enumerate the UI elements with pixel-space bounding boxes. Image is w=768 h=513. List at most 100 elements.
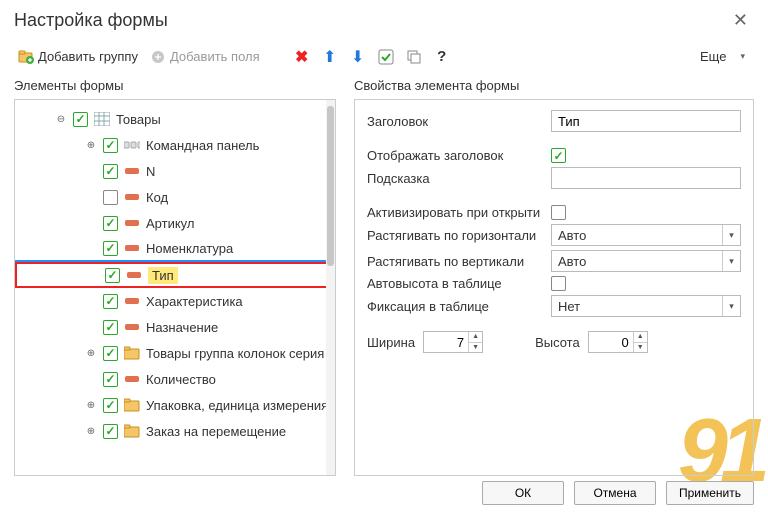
tree-row[interactable]: N: [15, 158, 335, 184]
prop-autoheight-checkbox[interactable]: [551, 276, 566, 291]
properties-panel: Заголовок Отображать заголовок Подсказка…: [354, 99, 754, 476]
tree-item-icon: [94, 111, 110, 127]
prop-height-input[interactable]: [589, 332, 633, 352]
tree-item-label: Характеристика: [146, 294, 243, 309]
tree-expander-icon[interactable]: ⊕: [85, 426, 97, 437]
delete-x-icon: ✖: [294, 49, 310, 65]
tree-item-icon: [124, 137, 140, 153]
tree-row[interactable]: ⊕ Упаковка, единица измерения: [15, 392, 335, 418]
prop-activate-label: Активизировать при открыти: [367, 205, 545, 220]
tree-checkbox[interactable]: [103, 190, 118, 205]
check-box-icon: [378, 49, 394, 65]
tree-item-label: Заказ на перемещение: [146, 424, 286, 439]
tree-item-icon: [124, 345, 140, 361]
tree-item-icon: [126, 267, 142, 283]
tree-checkbox[interactable]: [103, 320, 118, 335]
move-up-button[interactable]: ⬆: [318, 47, 342, 67]
prop-width-input[interactable]: [424, 332, 468, 352]
tree-row[interactable]: Тип: [15, 262, 335, 288]
tree-expander-icon[interactable]: ⊕: [85, 140, 97, 151]
chevron-down-icon: ▾: [722, 225, 740, 245]
tree-scrollbar[interactable]: [326, 100, 335, 475]
tree-checkbox[interactable]: [73, 112, 88, 127]
move-down-button[interactable]: ⬇: [346, 47, 370, 67]
arrow-down-icon: ⬇: [350, 49, 366, 65]
tree-row[interactable]: Назначение: [15, 314, 335, 340]
spin-up-icon[interactable]: ▲: [469, 332, 482, 343]
tree-item-icon: [124, 215, 140, 231]
tree-item-label: Товары: [116, 112, 161, 127]
close-icon[interactable]: ✕: [727, 8, 754, 33]
prop-height-spinner[interactable]: ▲▼: [588, 331, 648, 353]
prop-height-label: Высота: [535, 335, 580, 350]
spin-down-icon[interactable]: ▼: [469, 343, 482, 353]
prop-stretch-v-label: Растягивать по вертикали: [367, 254, 545, 269]
tree-row[interactable]: Артикул: [15, 210, 335, 236]
tree-item-icon: [124, 163, 140, 179]
prop-tooltip-input[interactable]: [551, 167, 741, 189]
prop-activate-checkbox[interactable]: [551, 205, 566, 220]
tree-item-icon: [124, 293, 140, 309]
tree-item-label: Тип: [148, 267, 178, 284]
cancel-button[interactable]: Отмена: [574, 481, 656, 505]
tree-checkbox[interactable]: [103, 398, 118, 413]
tree-row[interactable]: ⊕Командная панель: [15, 132, 335, 158]
delete-button[interactable]: ✖: [290, 47, 314, 67]
tree-item-label: Количество: [146, 372, 216, 387]
tree-row[interactable]: ⊕ Заказ на перемещение: [15, 418, 335, 444]
tree-checkbox[interactable]: [103, 294, 118, 309]
prop-show-title-checkbox[interactable]: [551, 148, 566, 163]
add-fields-label: Добавить поля: [170, 49, 260, 64]
tree-row[interactable]: Характеристика: [15, 288, 335, 314]
chevron-down-icon: ▾: [722, 296, 740, 316]
apply-button[interactable]: Применить: [666, 481, 754, 505]
tree-item-label: Назначение: [146, 320, 218, 335]
spin-down-icon[interactable]: ▼: [634, 343, 647, 353]
prop-stretch-v-select[interactable]: Авто▾: [551, 250, 741, 272]
tree-checkbox[interactable]: [103, 372, 118, 387]
toolbar: Добавить группу Добавить поля ✖ ⬆ ⬇ ? Ещ…: [0, 39, 768, 76]
spin-up-icon[interactable]: ▲: [634, 332, 647, 343]
tree-expander-icon[interactable]: ⊖: [55, 114, 67, 125]
add-fields-button[interactable]: Добавить поля: [146, 47, 264, 67]
prop-fixation-select[interactable]: Нет▾: [551, 295, 741, 317]
prop-title-input[interactable]: [551, 110, 741, 132]
tree-checkbox[interactable]: [103, 241, 118, 256]
tree-item-icon: [124, 423, 140, 439]
tree-panel: ⊖ Товары ⊕Командная панель N КодАртикулНомен…: [14, 99, 336, 476]
uncheck-all-button[interactable]: [402, 47, 426, 67]
tree-checkbox[interactable]: [105, 268, 120, 283]
tree-item-icon: [124, 189, 140, 205]
tree-expander-icon[interactable]: ⊕: [85, 400, 97, 411]
arrow-up-icon: ⬆: [322, 49, 338, 65]
prop-fixation-label: Фиксация в таблице: [367, 299, 545, 314]
tree-item-icon: [124, 319, 140, 335]
tree-row[interactable]: ⊕ Товары группа колонок серия: [15, 340, 335, 366]
ok-button[interactable]: ОК: [482, 481, 564, 505]
tree-item-label: Товары группа колонок серия: [146, 346, 324, 361]
add-group-button[interactable]: Добавить группу: [14, 47, 142, 67]
chevron-down-icon: ▾: [722, 251, 740, 271]
tree-row[interactable]: Код: [15, 184, 335, 210]
elements-header: Элементы формы: [14, 76, 336, 99]
prop-title-label: Заголовок: [367, 114, 545, 129]
tree-checkbox[interactable]: [103, 216, 118, 231]
tree-checkbox[interactable]: [103, 346, 118, 361]
check-all-button[interactable]: [374, 47, 398, 67]
help-button[interactable]: ?: [430, 47, 454, 67]
tree-row[interactable]: Количество: [15, 366, 335, 392]
prop-width-spinner[interactable]: ▲▼: [423, 331, 483, 353]
more-label: Еще: [700, 49, 726, 64]
prop-stretch-h-label: Растягивать по горизонтали: [367, 228, 545, 243]
window-title: Настройка формы: [14, 10, 168, 31]
tree-expander-icon[interactable]: ⊕: [85, 348, 97, 359]
prop-stretch-h-select[interactable]: Авто▾: [551, 224, 741, 246]
tree-checkbox[interactable]: [103, 164, 118, 179]
tree-item-label: Упаковка, единица измерения: [146, 398, 328, 413]
tree-item-label: N: [146, 164, 155, 179]
more-menu-button[interactable]: Еще: [691, 45, 754, 68]
tree-row[interactable]: Номенклатура: [15, 236, 335, 262]
tree-row[interactable]: ⊖ Товары: [15, 106, 335, 132]
tree-checkbox[interactable]: [103, 424, 118, 439]
tree-checkbox[interactable]: [103, 138, 118, 153]
